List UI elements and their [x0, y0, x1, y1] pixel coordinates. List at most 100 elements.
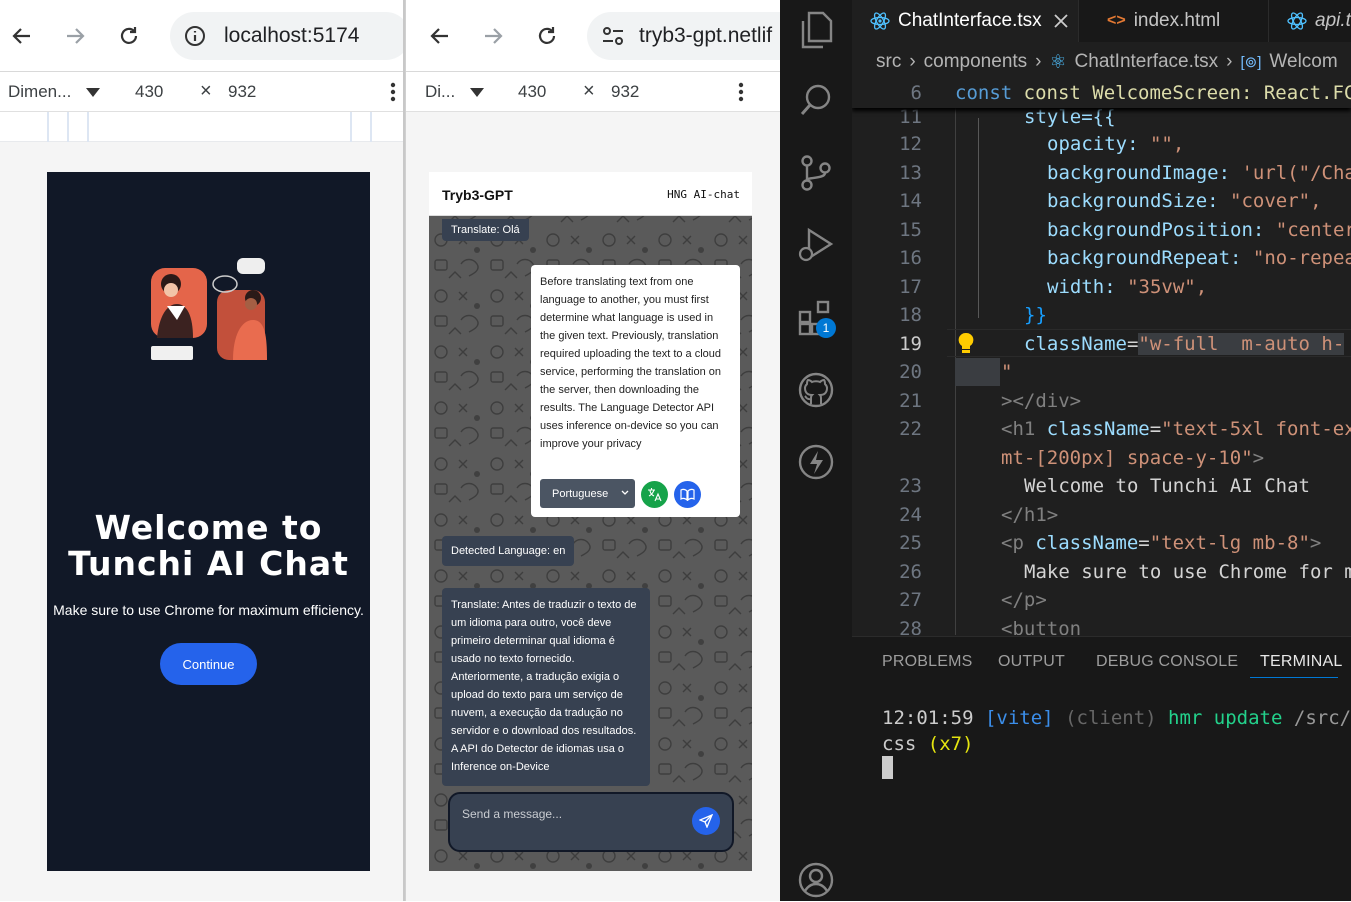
lightbulb-icon[interactable] [957, 332, 975, 354]
line-number: 20 [899, 361, 922, 383]
back-button[interactable] [8, 22, 36, 50]
breadcrumb-item[interactable]: ChatInterface.tsx [1075, 51, 1219, 73]
site-settings-icon[interactable] [601, 25, 625, 47]
media-query-ruler [0, 112, 403, 142]
sticky-scroll-line[interactable]: 6 const const WelcomeScreen: React.FC<{ … [852, 82, 1351, 108]
reload-icon [538, 27, 556, 44]
chevron-down-icon [621, 490, 629, 495]
reload-button[interactable] [115, 22, 143, 50]
breadcrumb: src › components › ⚛ ChatInterface.tsx ›… [852, 42, 1351, 82]
breadcrumb-item[interactable]: src [876, 51, 901, 73]
reload-button-b[interactable] [533, 22, 561, 50]
reload-icon [120, 27, 138, 44]
close-icon[interactable] [1053, 14, 1068, 28]
device-height-b[interactable]: 932 [611, 82, 639, 102]
terminal-line: 12:01:59 [vite] (client) hmr update /src… [882, 707, 1351, 729]
welcome-screen: Welcome to Tunchi AI Chat Make sure to u… [47, 172, 370, 871]
back-button-b[interactable] [426, 22, 454, 50]
chat-title: Tryb3-GPT [442, 187, 513, 203]
message-bot: Detected Language: en [442, 536, 575, 566]
chat-header: Tryb3-GPT HNG AI-chat [429, 172, 752, 216]
message-text: Before translating text from one languag… [540, 276, 722, 450]
welcome-line-1: Welcome to [94, 508, 323, 547]
arrow-left-icon [12, 28, 30, 44]
tab-debug-console[interactable]: DEBUG CONSOLE [1096, 653, 1238, 671]
breadcrumb-item[interactable]: Welcom [1269, 51, 1337, 73]
forward-button[interactable] [61, 22, 89, 50]
accounts-button[interactable] [794, 858, 838, 902]
react-icon [870, 12, 890, 30]
tab-index-html[interactable]: <> index.html [1078, 0, 1268, 42]
explorer-button[interactable] [794, 8, 838, 52]
device-width[interactable]: 430 [135, 82, 163, 102]
more-icon[interactable] [390, 82, 396, 102]
tab-label: ChatInterface.tsx [898, 10, 1042, 31]
browser-toolbar-b: tryb3-gpt.netlif [406, 0, 780, 72]
send-button[interactable] [692, 807, 720, 835]
line-number: 17 [899, 276, 922, 298]
dropdown-arrow-icon [86, 88, 100, 97]
chevron-right-icon: › [1226, 51, 1233, 72]
message-user: Before translating text from one languag… [531, 265, 740, 517]
device-select-b[interactable]: Di... [425, 82, 455, 102]
terminal-line: css (x7) [882, 733, 974, 755]
translate-button[interactable] [641, 481, 668, 508]
html-icon: <> [1107, 12, 1126, 29]
code-editor[interactable]: 6 const const WelcomeScreen: React.FC<{ … [852, 82, 1351, 635]
device-height[interactable]: 932 [228, 82, 256, 102]
search-icon [800, 84, 831, 115]
send-icon [699, 814, 713, 828]
language-select[interactable]: Portuguese [540, 479, 635, 508]
line-number: 28 [899, 618, 922, 635]
line-number: 6 [910, 82, 922, 104]
summarize-button[interactable] [674, 481, 701, 508]
message-input[interactable]: Send a message... [448, 792, 734, 852]
tab-output[interactable]: OUTPUT [998, 653, 1065, 671]
line-number: 24 [899, 504, 922, 526]
react-icon [1287, 12, 1307, 30]
lightning-icon [798, 444, 834, 480]
line-number: 14 [899, 190, 922, 212]
message-text: Translate: Olá [451, 224, 520, 236]
extensions-badge: 1 [816, 318, 836, 338]
forward-button-b[interactable] [479, 22, 507, 50]
device-width-b[interactable]: 430 [518, 82, 546, 102]
tab-chatinterface[interactable]: ChatInterface.tsx [852, 0, 1078, 42]
react-icon: ⚛ [1049, 51, 1067, 73]
tab-problems[interactable]: PROBLEMS [882, 653, 973, 671]
more-icon[interactable] [738, 82, 744, 102]
chat-subtitle: HNG AI-chat [667, 188, 740, 201]
continue-button[interactable]: Continue [160, 643, 257, 685]
chevron-right-icon: › [909, 51, 916, 72]
line-number: 18 [899, 304, 922, 326]
line-number: 21 [899, 390, 922, 412]
translate-icon [648, 488, 662, 502]
info-icon[interactable] [184, 25, 206, 47]
line-number: 11 [899, 106, 922, 128]
files-icon [801, 11, 833, 49]
device-toolbar-b: Di... 430 × 932 [406, 72, 780, 112]
address-bar-b[interactable]: tryb3-gpt.netlif [587, 12, 780, 60]
thunder-client-button[interactable] [794, 440, 838, 484]
source-control-icon [801, 155, 831, 191]
search-button[interactable] [794, 78, 838, 122]
line-number: 16 [899, 247, 922, 269]
welcome-subtitle: Make sure to use Chrome for maximum effi… [53, 602, 364, 618]
bottom-panel: PROBLEMS OUTPUT DEBUG CONSOLE TERMINAL 1… [852, 636, 1351, 901]
tab-api[interactable]: api.t [1268, 0, 1351, 42]
source-control-button[interactable] [794, 151, 838, 195]
address-bar[interactable]: localhost:5174 [170, 12, 403, 60]
breadcrumb-item[interactable]: components [924, 51, 1028, 73]
browser-window-b: tryb3-gpt.netlif Di... 430 × 932 Tryb3-G… [405, 0, 780, 901]
run-debug-button[interactable] [794, 223, 838, 267]
tab-label: api.t [1315, 10, 1351, 31]
tab-terminal[interactable]: TERMINAL [1260, 653, 1343, 671]
message-placeholder: Send a message... [462, 807, 563, 821]
browser-window-a: localhost:5174 Dimen... 430 × 932 Welcom… [0, 0, 403, 901]
line-number: 26 [899, 561, 922, 583]
terminal-cursor[interactable] [882, 756, 893, 779]
github-button[interactable] [794, 368, 838, 412]
extensions-button[interactable]: 1 [794, 296, 838, 340]
device-select[interactable]: Dimen... [8, 82, 71, 102]
url-text-b: tryb3-gpt.netlif [639, 24, 773, 47]
